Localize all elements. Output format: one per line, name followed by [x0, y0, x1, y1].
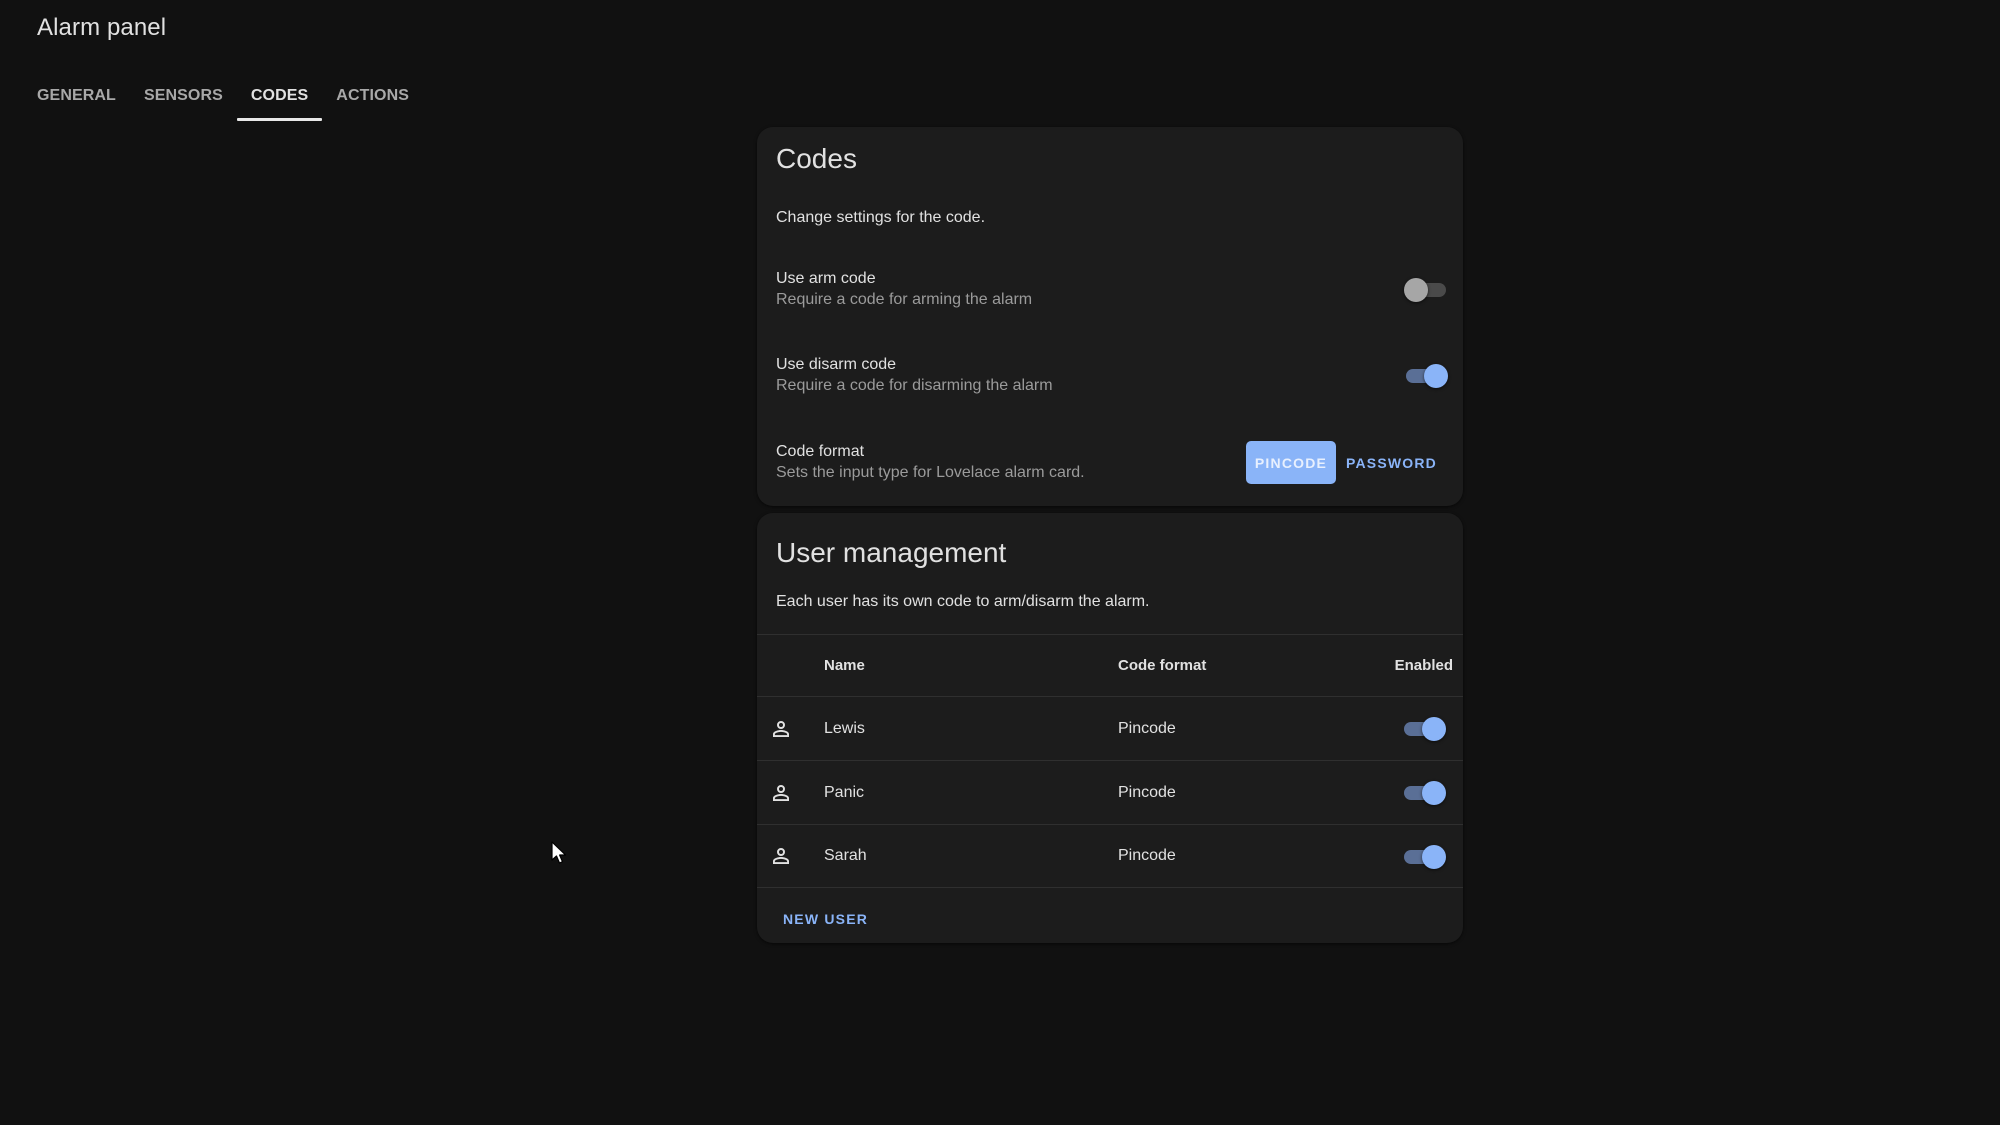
pincode-button[interactable]: Pincode [1245, 441, 1336, 484]
arm-code-label: Use arm code [776, 270, 876, 287]
table-row[interactable]: Panic Pincode [757, 760, 1463, 824]
column-header-code-format[interactable]: Code format [1118, 657, 1206, 674]
column-header-name[interactable]: Name [824, 657, 865, 674]
codes-card: Codes Change settings for the code. Use … [757, 127, 1463, 506]
column-header-enabled[interactable]: Enabled [1395, 657, 1453, 674]
user-enabled-toggle[interactable] [1402, 780, 1446, 806]
user-name: Lewis [824, 719, 865, 737]
account-outline-icon [773, 848, 789, 864]
tab-sensors[interactable]: Sensors [130, 72, 237, 120]
disarm-code-toggle[interactable] [1404, 363, 1448, 389]
table-row[interactable]: Lewis Pincode [757, 696, 1463, 760]
users-card-description: Each user has its own code to arm/disarm… [776, 593, 1150, 610]
password-button[interactable]: Password [1336, 441, 1447, 484]
tab-general[interactable]: General [23, 72, 130, 120]
code-format-selector: Pincode Password [1245, 441, 1447, 484]
code-format-sublabel: Sets the input type for Lovelace alarm c… [776, 464, 1085, 481]
arm-code-sublabel: Require a code for arming the alarm [776, 291, 1033, 308]
user-enabled-toggle[interactable] [1402, 716, 1446, 742]
users-table: Name Code format Enabled Lewis Pincode P… [757, 634, 1463, 888]
code-format-label: Code format [776, 443, 865, 460]
user-code-format: Pincode [1118, 719, 1176, 737]
user-code-format: Pincode [1118, 783, 1176, 801]
page-title: Alarm panel [37, 14, 167, 41]
toggle-thumb [1422, 781, 1446, 805]
setting-disarm-code: Use disarm code Require a code for disar… [776, 356, 1448, 400]
codes-card-title: Codes [776, 143, 857, 174]
tab-bar: General Sensors Codes Actions [0, 72, 423, 122]
toggle-thumb [1422, 845, 1446, 869]
toggle-thumb [1404, 278, 1428, 302]
disarm-code-sublabel: Require a code for disarming the alarm [776, 377, 1053, 394]
account-outline-icon [773, 784, 789, 801]
users-card-title: User management [776, 537, 1007, 568]
user-management-card: User management Each user has its own co… [757, 513, 1463, 943]
codes-card-description: Change settings for the code. [776, 209, 986, 226]
table-row[interactable]: Sarah Pincode [757, 824, 1463, 888]
disarm-code-label: Use disarm code [776, 356, 897, 373]
user-enabled-toggle[interactable] [1402, 844, 1446, 870]
user-code-format: Pincode [1118, 847, 1176, 864]
user-name: Sarah [824, 847, 867, 864]
setting-arm-code: Use arm code Require a code for arming t… [776, 270, 1446, 314]
mouse-cursor-icon [551, 841, 567, 864]
arm-code-toggle[interactable] [1404, 277, 1448, 303]
toggle-thumb [1424, 364, 1448, 388]
tab-codes[interactable]: Codes [236, 72, 323, 121]
new-user-button[interactable]: New user [769, 901, 882, 937]
tab-actions[interactable]: Actions [322, 72, 423, 120]
toggle-thumb [1422, 717, 1446, 741]
account-outline-icon [773, 720, 789, 737]
user-name: Panic [824, 783, 865, 801]
table-header: Name Code format Enabled [757, 634, 1463, 696]
